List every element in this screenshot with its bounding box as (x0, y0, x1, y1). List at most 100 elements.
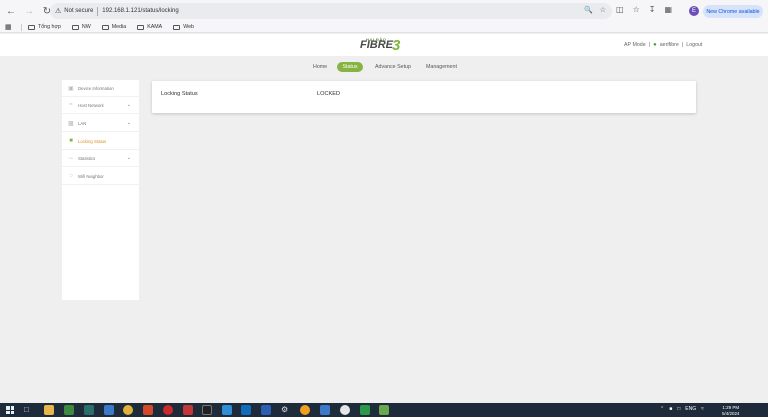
tab-search-icon[interactable]: ▦ (664, 5, 672, 14)
logo-number: 3 (392, 37, 401, 54)
folder-icon (137, 24, 145, 30)
bookmark-label: KAMA (147, 24, 163, 30)
app-icon[interactable] (143, 405, 153, 415)
outlook-icon[interactable] (241, 405, 251, 415)
app-icon[interactable] (84, 405, 94, 415)
chart-icon: ∼ (68, 155, 74, 162)
sidebar-item-locking-status[interactable]: ■ Locking Status (62, 133, 139, 150)
wifi-icon[interactable]: ≈ (701, 406, 704, 412)
header-separator: | (681, 42, 684, 48)
folder-icon (28, 24, 35, 30)
username[interactable]: aerifibre (660, 42, 679, 48)
download-icon[interactable]: ↧ (649, 5, 656, 14)
chevron-down-icon[interactable]: ⌄ (127, 155, 131, 161)
sidebar-item-label: LAN (78, 120, 87, 126)
url-text[interactable]: 192.168.1.121/status/locking (102, 8, 178, 14)
nav-home[interactable]: Home (313, 64, 327, 70)
omnibox-divider (97, 6, 99, 16)
sidebar-item-host-network[interactable]: ≈ Host Network ⌄ (62, 97, 139, 114)
site-header: HAI ĐÃO FIBRE 3 AP Mode | ● aerifibre | … (0, 34, 768, 56)
security-label[interactable]: Not secure (64, 8, 93, 14)
sidebar: ▣ Device Information ≈ Host Network ⌄ ▩ … (62, 80, 139, 300)
sidebar-item-lan[interactable]: ▩ LAN ⌄ (62, 115, 139, 132)
bookmark-folder[interactable]: Tổng hợp (28, 24, 61, 30)
language-indicator[interactable]: ENG (685, 406, 696, 412)
logout-link[interactable]: Logout (686, 42, 702, 48)
back-icon[interactable]: ← (4, 4, 18, 18)
chevron-down-icon[interactable]: ⌄ (127, 102, 131, 108)
address-bar[interactable]: ⚠ Not secure 192.168.1.121/status/lockin… (50, 3, 612, 19)
app-icon[interactable] (360, 405, 370, 415)
settings-icon[interactable]: ⚙ (281, 405, 291, 415)
device-icon: ▣ (68, 85, 74, 92)
folder-icon (71, 24, 79, 30)
chevron-down-icon[interactable]: ⌄ (127, 120, 131, 126)
windows-start-icon[interactable] (6, 406, 14, 414)
app-icon[interactable] (104, 405, 114, 415)
sidebar-item-label: Locking Status (78, 138, 107, 144)
app-icon[interactable] (340, 405, 350, 415)
forward-icon[interactable]: → (22, 4, 36, 18)
file-explorer-icon[interactable] (44, 405, 54, 415)
locking-status-value: LOCKED (317, 91, 341, 97)
task-view-icon[interactable]: □ (24, 405, 34, 415)
locking-status-label: Locking Status (161, 91, 198, 97)
system-tray: ⌃ ■ □ ENG ≈ (660, 406, 704, 412)
lock-icon: ■ (69, 138, 73, 144)
app-icon[interactable] (222, 405, 232, 415)
app-icon[interactable] (300, 405, 310, 415)
header-separator: | (648, 42, 651, 48)
apps-grid-icon[interactable]: ▦ (5, 23, 15, 31)
wifi-icon: ≈ (69, 102, 73, 108)
bookmark-label: Tổng hợp (38, 24, 61, 30)
nav-management[interactable]: Management (426, 64, 457, 70)
bookmark-folder[interactable]: Web (173, 24, 194, 30)
tray-app-icon[interactable]: ■ (669, 406, 672, 412)
sidebar-item-statistics[interactable]: ∼ Statistics ⌄ (62, 150, 139, 167)
app-icon[interactable] (64, 405, 74, 415)
bookmark-label: NW (81, 24, 91, 30)
app-icon[interactable] (320, 405, 330, 415)
sidebar-item-label: Device Information (78, 85, 114, 91)
clock[interactable]: 1:29 PM 5/4/2024 (722, 405, 740, 416)
chrome-icon[interactable] (123, 405, 133, 415)
word-icon[interactable] (261, 405, 271, 415)
mode-label: AP Mode (624, 42, 646, 48)
sidebar-item-wifi-neighbor[interactable]: ○ Wifi Neighbor (62, 168, 139, 185)
network-icon[interactable]: □ (677, 406, 680, 412)
terminal-icon[interactable] (202, 405, 212, 415)
extensions-icon[interactable]: ◫ (616, 5, 624, 14)
app-icon[interactable] (163, 405, 173, 415)
chevron-up-icon[interactable]: ⌃ (660, 406, 664, 412)
sidebar-item-label: Statistics (78, 155, 96, 161)
neighbor-icon: ○ (69, 173, 73, 179)
locking-status-panel: Locking Status LOCKED (152, 81, 696, 113)
folder-icon (173, 24, 181, 30)
fibre3-logo[interactable]: HAI ĐÃO FIBRE 3 (360, 37, 404, 54)
nav-advance-setup[interactable]: Advance Setup (375, 64, 411, 70)
nav-status[interactable]: Status (337, 62, 363, 72)
bookmark-icon[interactable]: ☆ (633, 5, 640, 14)
browser-toolbar: ← → ↻ ⚠ Not secure 192.168.1.121/status/… (0, 0, 768, 22)
app-icon[interactable] (379, 405, 389, 415)
bookmark-label: Web (183, 24, 194, 30)
bookmark-folder[interactable]: KAMA (137, 24, 162, 30)
bookmark-folder[interactable]: NW (71, 24, 91, 30)
sidebar-item-device-information[interactable]: ▣ Device Information (62, 80, 139, 97)
sidebar-item-label: Host Network (78, 102, 104, 108)
app-icon[interactable] (183, 405, 193, 415)
warning-icon[interactable]: ⚠ (55, 7, 61, 15)
clock-date: 5/4/2024 (722, 410, 740, 416)
profile-avatar[interactable]: E (689, 6, 699, 16)
bookmark-folder[interactable]: Media (101, 24, 126, 30)
logo-main-text: FIBRE (360, 39, 393, 51)
sidebar-item-label: Wifi Neighbor (78, 173, 104, 179)
bookmark-star-icon[interactable]: ☆ (600, 6, 606, 14)
zoom-icon[interactable]: 🔍 (584, 6, 593, 14)
clock-time: 1:29 PM (722, 405, 740, 410)
windows-taskbar: □ ⚙ ⌃ ■ □ ENG ≈ 1:29 PM 5/4/2024 (0, 403, 768, 417)
bookmarks-divider (21, 23, 22, 31)
user-icon: ● (653, 42, 657, 48)
new-chrome-button[interactable]: New Chrome available (703, 5, 763, 18)
lan-icon: ▩ (68, 120, 74, 127)
